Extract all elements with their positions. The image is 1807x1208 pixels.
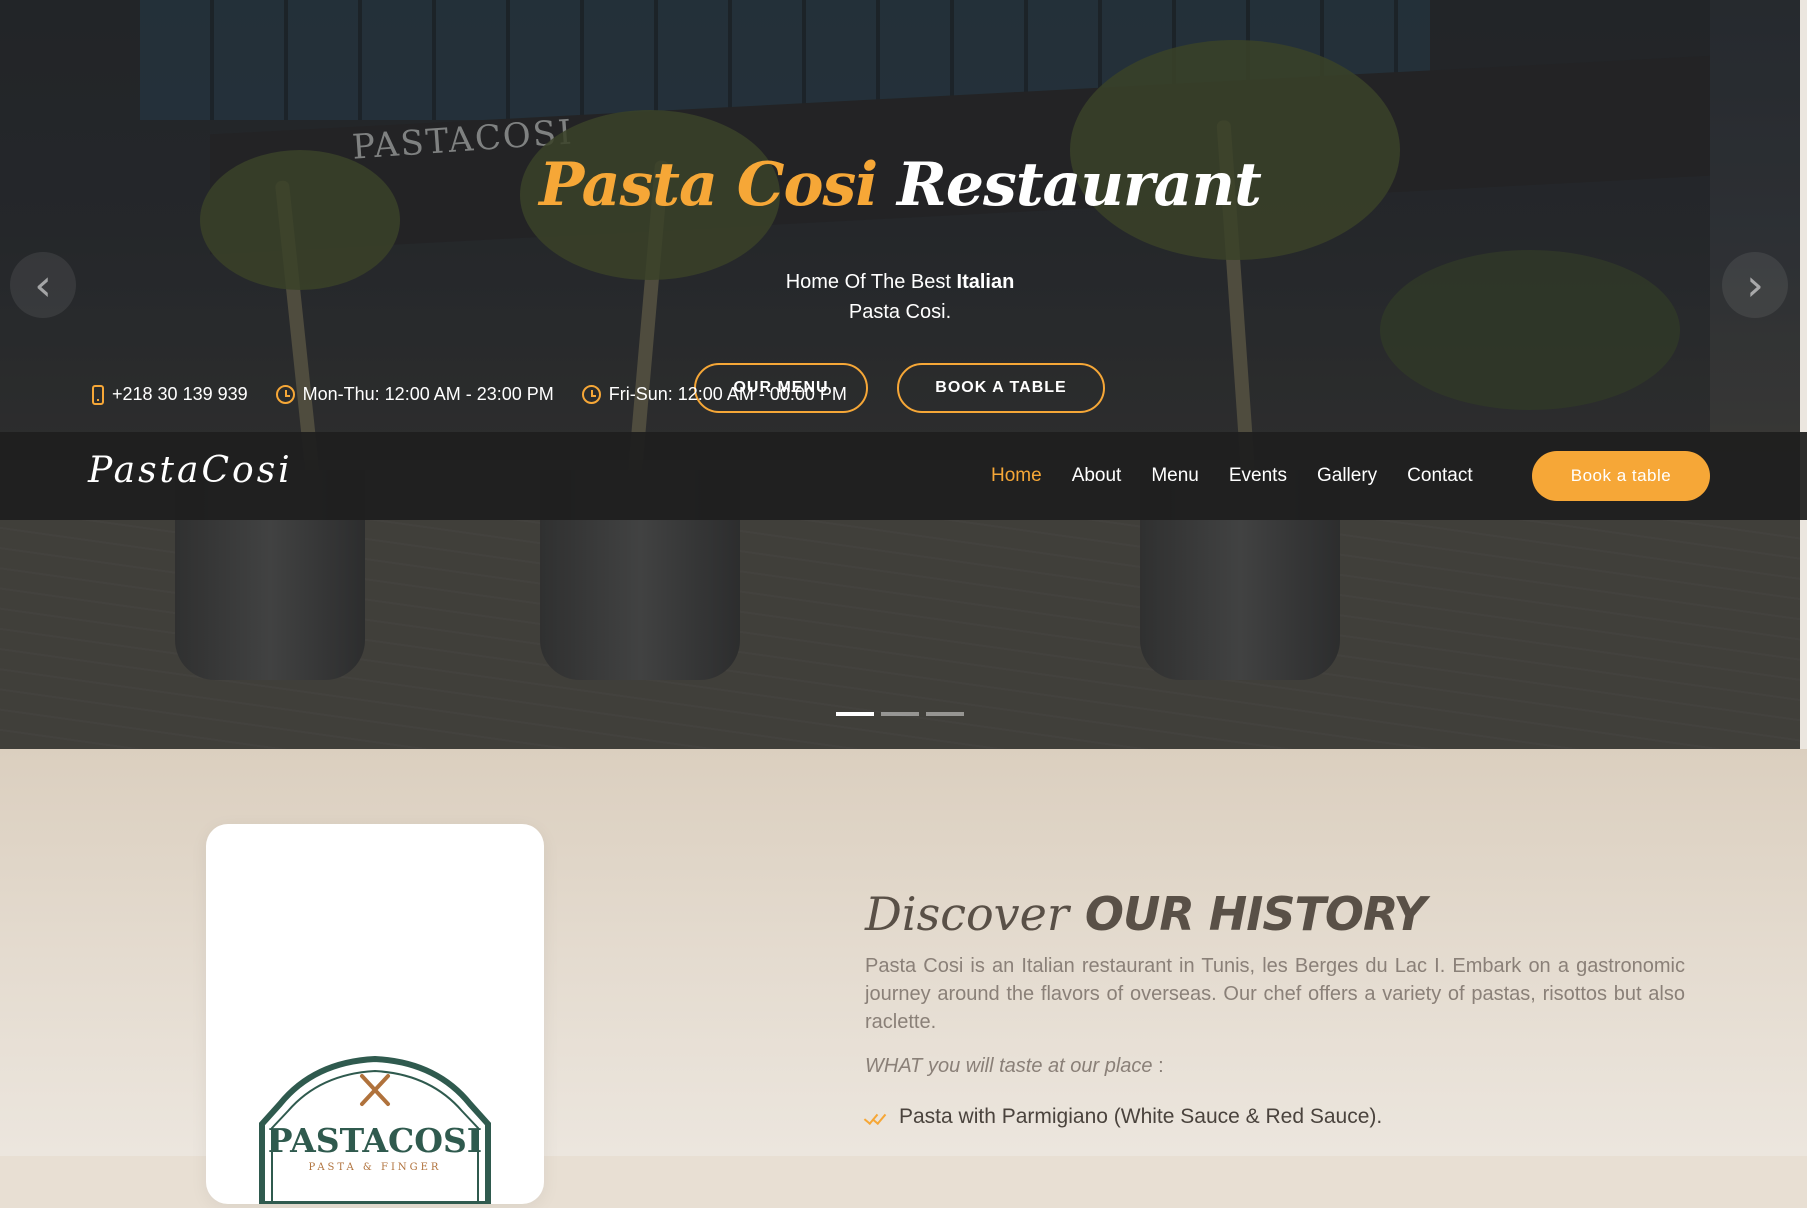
emblem-text: PASTACOSI	[268, 1121, 482, 1160]
hero-subtitle-line2: Pasta Cosi.	[848, 301, 952, 323]
hero-title-rest: Restaurant	[897, 150, 1262, 220]
main-navbar: PastaCosi Home About Menu Events Gallery…	[0, 432, 1807, 520]
nav-item-menu[interactable]: Menu	[1151, 465, 1199, 487]
book-a-table-nav-button[interactable]: Book a table	[1532, 451, 1710, 501]
hero-subtitle-prefix: Home Of The Best	[785, 271, 951, 293]
topbar-hours-weekday: Mon-Thu: 12:00 AM - 23:00 PM	[275, 384, 554, 405]
book-a-table-hero-button[interactable]: BOOK A TABLE	[897, 363, 1105, 413]
site-logo[interactable]: PastaCosi	[88, 450, 293, 491]
nav-item-about[interactable]: About	[1072, 465, 1122, 487]
pastacosi-emblem-logo: PASTACOSI PASTA & FINGER	[254, 1054, 496, 1207]
slider-dot-2[interactable]	[881, 712, 919, 716]
about-taste-label: WHAT you will taste at our place :	[865, 1055, 1164, 1078]
hero-subtitle-bold: Italian	[956, 271, 1015, 293]
page-scrollbar[interactable]	[1800, 0, 1807, 749]
clock-icon	[581, 385, 601, 404]
about-section: PASTACOSI PASTA & FINGER Discover OUR HI…	[0, 749, 1807, 1207]
about-image-card: PASTACOSI PASTA & FINGER	[206, 824, 544, 1207]
taste-list-item-text: Pasta with Parmigiano (White Sauce & Red…	[899, 1105, 1383, 1128]
topbar-hours-weekend: Fri-Sun: 12:00 AM - 00:00 PM	[581, 384, 847, 405]
phone-icon	[92, 384, 104, 405]
about-title-bold: OUR HISTORY	[1084, 887, 1427, 941]
nav-menu: Home About Menu Events Gallery Contact	[991, 432, 1473, 520]
contact-topbar: +218 30 139 939 Mon-Thu: 12:00 AM - 23:0…	[92, 384, 847, 405]
slider-dot-3[interactable]	[926, 712, 964, 716]
about-title-light: Discover	[865, 887, 1069, 941]
hero-title-accent: Pasta Cosi	[539, 150, 878, 220]
nav-item-home[interactable]: Home	[991, 465, 1042, 487]
slider-dot-1[interactable]	[836, 712, 874, 716]
about-taste-label-text: WHAT you will taste at our place	[865, 1055, 1153, 1077]
nav-item-events[interactable]: Events	[1229, 465, 1287, 487]
hero-title: Pasta Cosi Restaurant	[0, 150, 1800, 220]
about-taste-colon: :	[1152, 1055, 1164, 1077]
phone-number[interactable]: +218 30 139 939	[112, 384, 248, 405]
hero-subtitle: Home Of The Best Italian Pasta Cosi.	[0, 267, 1800, 327]
emblem-subtext: PASTA & FINGER	[309, 1162, 442, 1173]
about-paragraph: Pasta Cosi is an Italian restaurant in T…	[865, 955, 1685, 1033]
clock-icon	[275, 385, 295, 404]
about-title: Discover OUR HISTORY	[865, 887, 1427, 941]
double-check-icon	[865, 1110, 887, 1124]
topbar-phone: +218 30 139 939	[92, 384, 248, 405]
nav-item-contact[interactable]: Contact	[1407, 465, 1472, 487]
hours-weekend-text: Fri-Sun: 12:00 AM - 00:00 PM	[608, 384, 847, 404]
taste-list-item: Pasta with Parmigiano (White Sauce & Red…	[865, 1105, 1382, 1129]
hours-weekday-text: Mon-Thu: 12:00 AM - 23:00 PM	[302, 384, 554, 404]
nav-item-gallery[interactable]: Gallery	[1317, 465, 1377, 487]
hero-slider: PASTACOSI ‹ › Pasta Cosi Restaurant Home…	[0, 0, 1800, 749]
slider-indicators	[836, 712, 964, 716]
